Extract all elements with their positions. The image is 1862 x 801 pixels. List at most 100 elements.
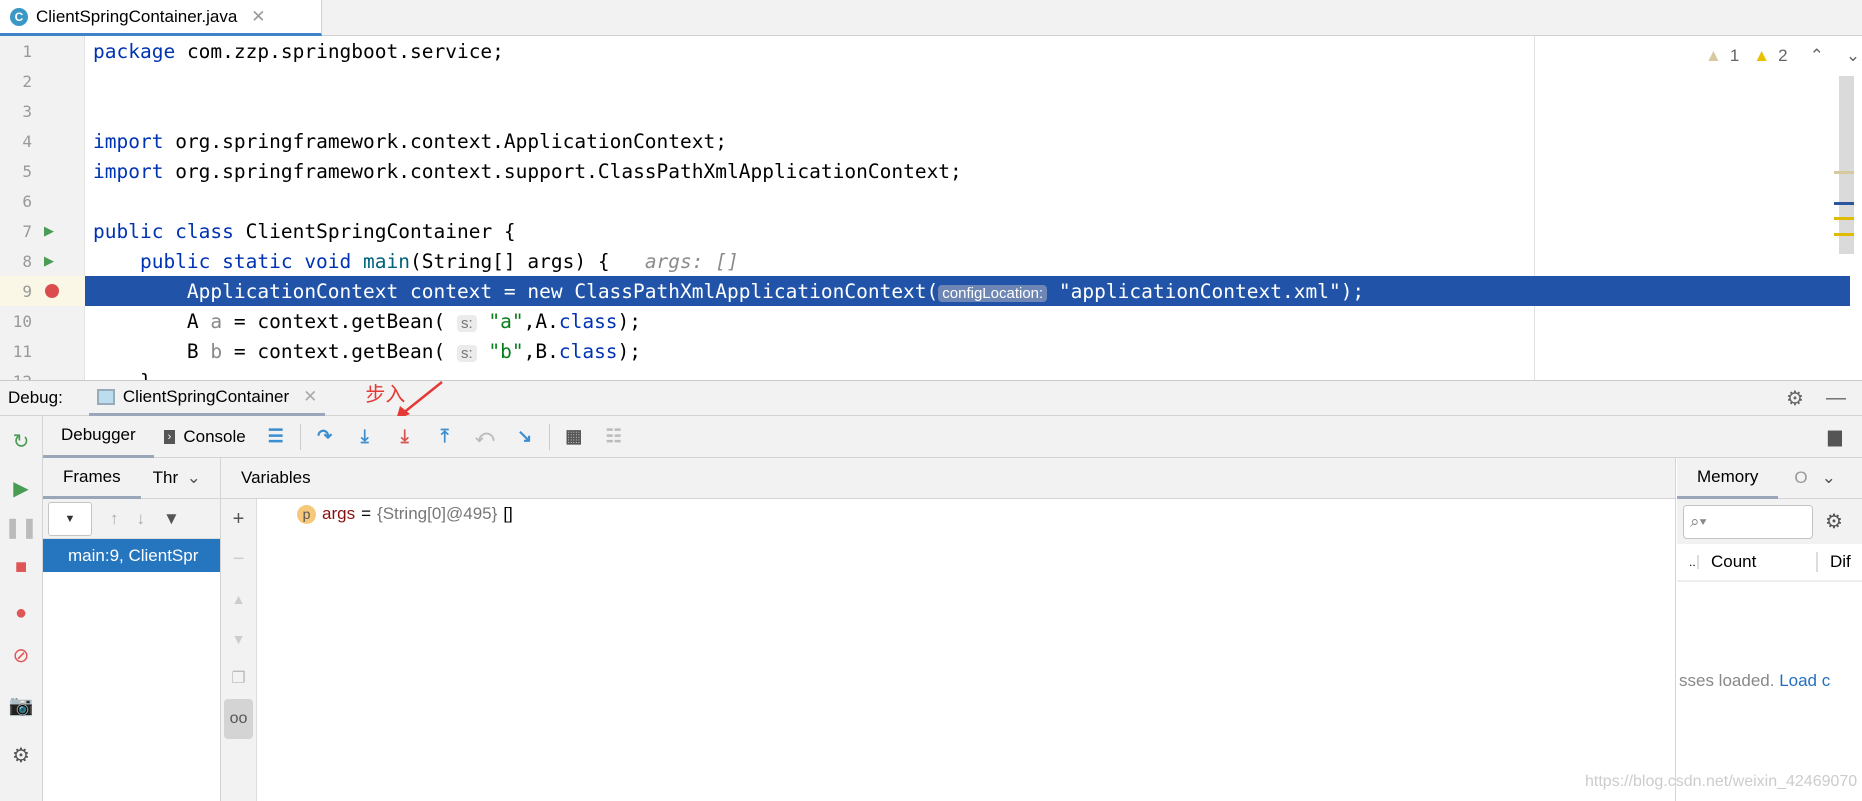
move-up-icon[interactable]: ▲ xyxy=(221,579,256,619)
code-token: main xyxy=(363,249,410,273)
line-number: 9 xyxy=(22,281,32,301)
mute-breakpoints-icon[interactable]: ⊘ xyxy=(8,642,34,668)
restore-layout-icon[interactable]: ▆ xyxy=(1828,426,1842,447)
watches-toolbar: + − ▲ ▼ ❐ oo xyxy=(221,499,257,801)
force-step-into-icon[interactable]: ⤓ xyxy=(394,426,416,448)
code-token: "b" xyxy=(476,339,524,363)
previous-frame-icon[interactable]: ↑ xyxy=(110,509,119,529)
editor-scrollbar[interactable] xyxy=(1839,76,1854,254)
tab-frames[interactable]: Frames xyxy=(43,458,141,499)
code-editor[interactable]: 1 package com.zzp.springboot.service; 2 3 4 i… xyxy=(0,36,1862,380)
run-gutter-icon[interactable]: ▶ xyxy=(44,253,54,269)
diff-column[interactable]: Dif xyxy=(1818,552,1851,572)
marker-warning xyxy=(1834,233,1854,236)
pause-icon[interactable]: ❚❚ xyxy=(4,514,38,540)
run-to-cursor-icon[interactable]: ↘ xyxy=(514,426,536,448)
settings-icon[interactable]: ⚙ xyxy=(8,742,34,768)
code-line[interactable]: 1 package com.zzp.springboot.service; xyxy=(0,36,1850,66)
tab-memory[interactable]: Memory xyxy=(1677,458,1779,499)
line-number: 7 xyxy=(22,221,32,241)
load-classes-link[interactable]: Load c xyxy=(1779,671,1830,690)
code-token: package xyxy=(93,39,176,63)
inspection-widget[interactable]: ▲ 1 ▲ 2 ⌃ ⌄ xyxy=(1705,46,1860,66)
resume-icon[interactable]: ▶ xyxy=(8,475,34,501)
hide-icon[interactable]: — xyxy=(1826,387,1846,410)
layout-lines-icon[interactable]: ☰ xyxy=(265,426,287,448)
memory-settings-icon[interactable]: ⚙ xyxy=(1825,509,1843,534)
close-session-icon[interactable]: ✕ xyxy=(303,387,317,407)
rerun-icon[interactable]: ↻ xyxy=(8,428,34,454)
code-token: args: [] xyxy=(609,249,739,273)
chevron-down-icon[interactable]: ⌄ xyxy=(1822,468,1836,488)
move-down-icon[interactable]: ▼ xyxy=(221,619,256,659)
code-line[interactable]: 2 xyxy=(0,66,1850,96)
tab-debugger[interactable]: Debugger xyxy=(43,416,154,458)
step-over-icon[interactable]: ↷ xyxy=(314,426,336,448)
code-token: org.springframework.context.support.Clas… xyxy=(175,159,962,183)
code-line[interactable]: 6 xyxy=(0,186,1850,216)
code-line[interactable]: 7 ▶ public class ClientSpringContainer { xyxy=(0,216,1850,246)
separator xyxy=(299,423,301,450)
code-token: org.springframework.context.ApplicationC… xyxy=(175,129,727,153)
code-line[interactable]: 11 B b = context.getBean( s: "b",B.class… xyxy=(0,336,1850,366)
stop-icon[interactable]: ■ xyxy=(8,554,34,580)
filter-icon[interactable]: ▼ xyxy=(163,509,180,529)
frame-item[interactable]: main:9, ClientSpr xyxy=(43,539,220,572)
camera-icon[interactable]: 📷 xyxy=(8,692,34,718)
code-text: ApplicationContext context = new ClassPa… xyxy=(93,280,1364,303)
step-into-icon[interactable]: ⤓ xyxy=(354,426,376,448)
code-token: configLocation: xyxy=(938,284,1048,302)
copy-icon[interactable]: ❐ xyxy=(221,659,256,699)
editor-tab[interactable]: C ClientSpringContainer.java ✕ xyxy=(0,0,322,36)
variable-row[interactable]: p args = {String[0]@495} [] xyxy=(297,504,513,524)
code-line[interactable]: 5 import org.springframework.context.supp… xyxy=(0,156,1850,186)
settings-gear-icon[interactable]: ⚙ xyxy=(1786,386,1804,411)
code-token: ,A. xyxy=(523,309,559,333)
tab-console[interactable]: › Console xyxy=(154,416,256,458)
next-highlight-icon[interactable]: ⌄ xyxy=(1846,46,1860,66)
run-gutter-icon[interactable]: ▶ xyxy=(44,223,54,239)
breakpoint-icon[interactable] xyxy=(45,284,59,298)
variables-header: Variables xyxy=(241,468,311,487)
code-line[interactable]: 12 } xyxy=(0,366,1850,381)
code-token: public static void xyxy=(93,249,352,273)
memory-search-input[interactable]: ⌕▾ xyxy=(1683,504,1813,539)
step-out-icon[interactable]: ⤒ xyxy=(434,426,456,448)
close-tab-icon[interactable]: ✕ xyxy=(251,7,265,27)
code-line[interactable]: 8 ▶ public static void main(String[] args… xyxy=(0,246,1850,276)
code-text: import org.springframework.context.Appli… xyxy=(93,130,727,153)
line-number: 3 xyxy=(22,101,32,121)
next-frame-icon[interactable]: ↓ xyxy=(137,509,146,529)
code-token: import xyxy=(93,159,164,183)
code-token: class xyxy=(558,309,618,333)
line-number: 2 xyxy=(22,71,32,91)
thread-select[interactable]: ▼ xyxy=(48,501,92,536)
evaluate-expression-icon[interactable]: ▦ xyxy=(563,426,585,448)
code-line[interactable]: 3 xyxy=(0,96,1850,126)
show-watches-icon[interactable]: oo xyxy=(224,699,253,739)
trace-icon[interactable]: ☷ xyxy=(603,426,625,448)
previous-highlight-icon[interactable]: ⌃ xyxy=(1810,46,1824,66)
line-number: 11 xyxy=(12,341,32,361)
code-token: a xyxy=(210,309,223,333)
add-watch-icon[interactable]: + xyxy=(221,499,256,539)
separator xyxy=(548,423,550,450)
code-token: "applicationContext.xml" xyxy=(1047,279,1341,303)
code-token: ); xyxy=(1340,279,1365,303)
chevron-down-icon[interactable]: ⌄ xyxy=(187,468,201,488)
debug-session-tab[interactable]: ClientSpringContainer ✕ xyxy=(88,380,326,416)
drop-frame-icon[interactable]: ⤺ xyxy=(474,426,496,448)
tab-overhead[interactable]: O xyxy=(1794,468,1807,488)
code-line[interactable]: 4 import org.springframework.context.Appl… xyxy=(0,126,1850,156)
line-number: 12 xyxy=(0,372,32,381)
code-token: "a" xyxy=(476,309,524,333)
tab-threads[interactable]: Thr xyxy=(153,468,181,488)
count-column[interactable]: Count xyxy=(1699,552,1818,572)
equals-sign: = xyxy=(361,504,372,523)
class-c-icon: C xyxy=(10,7,28,26)
debug-label: Debug: xyxy=(8,388,63,407)
code-line[interactable]: 10 A a = context.getBean( s: "a",A.class… xyxy=(0,306,1850,336)
code-line[interactable]: 9 ApplicationContext context = new Class… xyxy=(0,276,1850,306)
remove-watch-icon[interactable]: − xyxy=(221,539,256,579)
view-breakpoints-icon[interactable]: ● xyxy=(8,600,34,626)
